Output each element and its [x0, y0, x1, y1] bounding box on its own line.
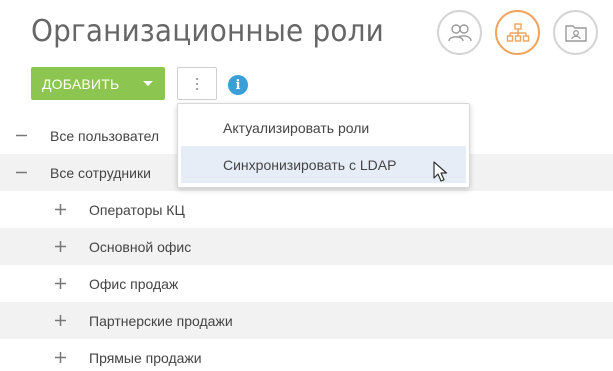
org-structure-icon [506, 22, 529, 42]
tree-row-label: Операторы КЦ [89, 201, 185, 218]
org-structure-view-button[interactable] [495, 10, 540, 55]
tree-row-call-center-operators[interactable]: Операторы КЦ [0, 191, 613, 228]
vertical-dots-icon [196, 77, 198, 90]
tree-row-sales-office[interactable]: Офис продаж [0, 265, 613, 302]
page-title: Организационные роли [31, 14, 384, 49]
folder-user-icon [564, 24, 587, 42]
collapse-icon[interactable] [15, 129, 28, 142]
chevron-down-icon [143, 81, 153, 86]
tree-row-label: Все пользовател [50, 127, 160, 144]
tree-row-direct-sales[interactable]: Прямые продажи [0, 339, 613, 371]
expand-icon[interactable] [54, 314, 67, 327]
tree-row-label: Основной офис [89, 238, 192, 255]
mouse-cursor-icon [433, 161, 448, 182]
expand-icon[interactable] [54, 351, 67, 364]
add-button-label: ДОБАВИТЬ [42, 75, 120, 92]
folder-user-view-button[interactable] [553, 10, 598, 55]
collapse-icon[interactable] [15, 166, 28, 179]
tree-row-label: Прямые продажи [89, 349, 202, 366]
users-icon [447, 23, 472, 41]
tree-row-label: Офис продаж [89, 275, 179, 292]
add-button[interactable]: ДОБАВИТЬ [31, 67, 165, 100]
expand-icon[interactable] [54, 203, 67, 216]
more-actions-button[interactable] [177, 67, 217, 100]
tree-row-label: Все сотрудники [50, 164, 151, 181]
actions-dropdown-menu: Актуализировать роли Синхронизировать с … [177, 103, 470, 188]
expand-icon[interactable] [54, 277, 67, 290]
menu-item-update-roles[interactable]: Актуализировать роли [181, 109, 466, 146]
tree-row-partner-sales[interactable]: Партнерские продажи [0, 302, 613, 339]
expand-icon[interactable] [54, 240, 67, 253]
tree-row-main-office[interactable]: Основной офис [0, 228, 613, 265]
tree-row-label: Партнерские продажи [89, 312, 233, 329]
users-view-button[interactable] [437, 10, 482, 55]
menu-item-sync-ldap[interactable]: Синхронизировать с LDAP [181, 146, 466, 183]
info-icon[interactable]: i [228, 75, 248, 95]
